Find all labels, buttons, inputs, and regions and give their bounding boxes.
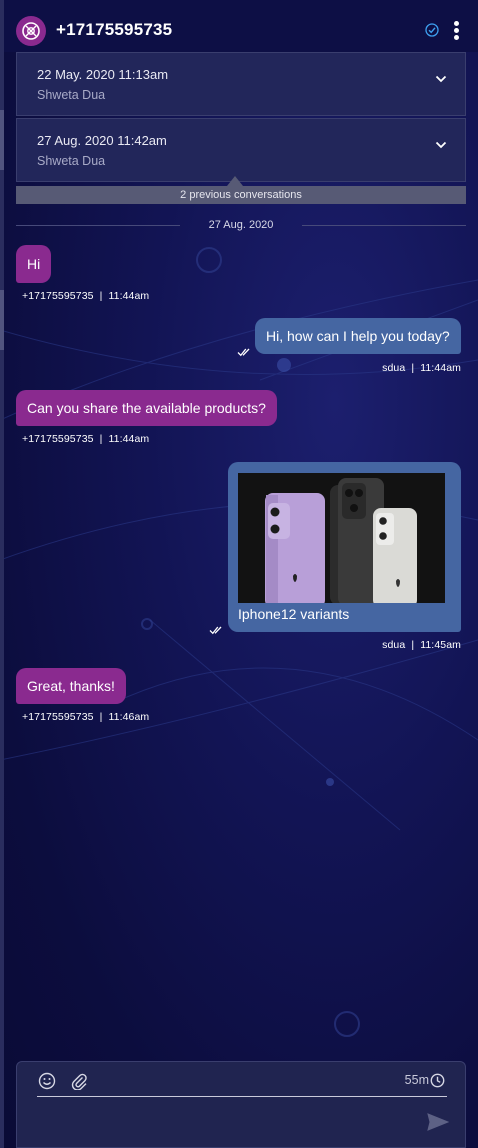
conversation-date: 22 May. 2020 11:13am (37, 67, 169, 82)
message-meta: +17175595735 | 11:46am (22, 711, 150, 723)
iphone-image (238, 473, 445, 603)
previous-notch (227, 176, 243, 186)
conversation-agent: Shweta Dua (37, 88, 106, 102)
conversation-date: 27 Aug. 2020 11:42am (37, 133, 167, 148)
chat-header: +17175595735 (4, 0, 478, 52)
incoming-message[interactable]: Hi (16, 245, 52, 283)
chevron-down-icon[interactable] (435, 141, 447, 149)
check-circle-icon[interactable] (425, 23, 439, 37)
contact-avatar[interactable] (16, 16, 46, 46)
double-check-icon (209, 626, 222, 635)
contact-phone-title: +17175595735 (56, 20, 173, 39)
image-caption: Iphone12 variants (238, 606, 350, 622)
message-meta: +17175595735 | 11:44am (22, 433, 150, 445)
incoming-message[interactable]: Can you share the available products? (16, 390, 277, 426)
previous-conversation-1[interactable]: 22 May. 2020 11:13am Shweta Dua (16, 52, 466, 116)
side-panel-edge (0, 0, 4, 1148)
globe-icon (22, 22, 40, 40)
incoming-message[interactable]: Great, thanks! (16, 668, 126, 704)
conversation-timer: 55m (404, 1073, 429, 1087)
product-image[interactable] (238, 473, 445, 603)
message-input[interactable] (37, 1096, 447, 1097)
outgoing-image-message[interactable]: Iphone12 variants (228, 462, 461, 632)
paperclip-icon[interactable] (70, 1072, 88, 1090)
date-separator: 27 Aug. 2020 (16, 217, 466, 233)
message-meta: sdua | 11:44am (382, 362, 461, 374)
emoji-icon[interactable] (38, 1072, 56, 1090)
chevron-down-icon[interactable] (435, 75, 447, 83)
clock-icon (430, 1073, 445, 1088)
conversation-agent: Shweta Dua (37, 154, 106, 168)
message-meta: sdua | 11:45am (382, 639, 461, 651)
kebab-menu-icon[interactable] (452, 21, 460, 41)
divider (302, 225, 466, 226)
message-meta: +17175595735 | 11:44am (22, 290, 150, 302)
outgoing-message[interactable]: Hi, how can I help you today? (255, 318, 461, 354)
send-icon[interactable] (427, 1113, 449, 1131)
message-composer: 55m (16, 1061, 466, 1148)
double-check-icon (237, 348, 250, 357)
previous-conversation-2[interactable]: 27 Aug. 2020 11:42am Shweta Dua (16, 118, 466, 182)
previous-conversations-toggle[interactable]: 2 previous conversations (16, 186, 466, 204)
